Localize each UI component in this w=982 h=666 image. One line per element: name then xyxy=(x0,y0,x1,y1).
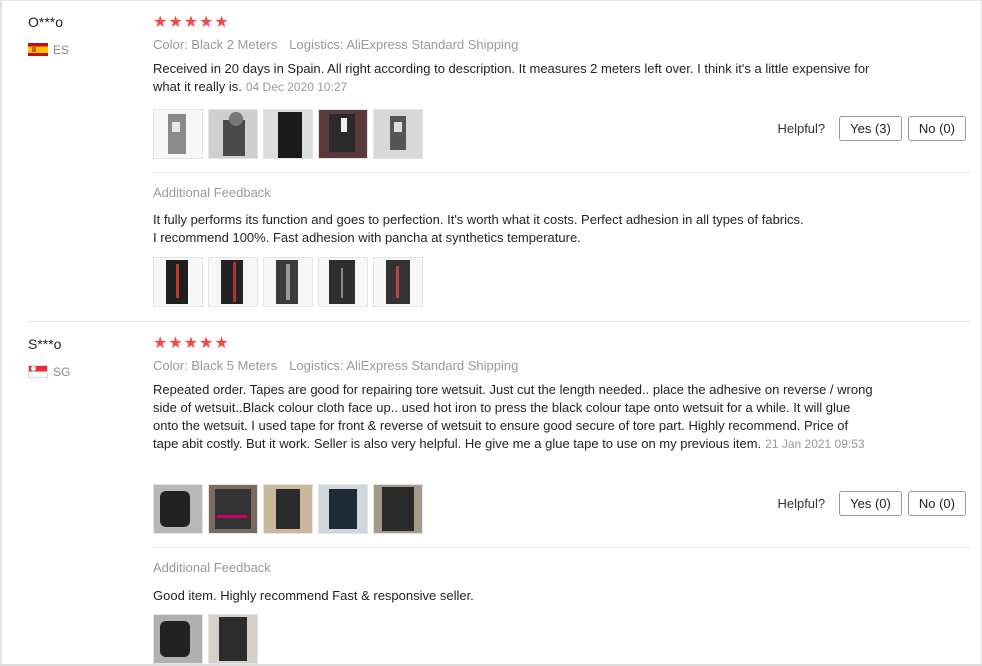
review-photo-thumbnail[interactable] xyxy=(263,484,313,534)
section-divider xyxy=(153,172,970,173)
review-photo-thumbnail[interactable] xyxy=(208,484,258,534)
review-meta: Color: Black 5 Meters Logistics: AliExpre… xyxy=(153,358,873,373)
logistics-info: Logistics: AliExpress Standard Shipping xyxy=(289,37,519,52)
review-photo-thumbnail[interactable] xyxy=(208,109,258,159)
review-photo-thumbnail[interactable] xyxy=(373,109,423,159)
review-item: O***o ES ★★★★★ Color: Black 2 Meters Logi… xyxy=(0,0,982,322)
review-text: Repeated order. Tapes are good for repai… xyxy=(153,381,873,453)
review-photo-thumbnail[interactable] xyxy=(208,614,258,664)
helpful-vote: Helpful? Yes (3) No (0) xyxy=(777,116,966,141)
helpful-yes-button[interactable]: Yes (0) xyxy=(839,491,902,516)
helpful-label: Helpful? xyxy=(777,121,826,136)
helpful-no-button[interactable]: No (0) xyxy=(907,116,966,141)
product-variant: Color: Black 2 Meters xyxy=(153,37,278,52)
reviewer-name: S***o xyxy=(28,336,62,352)
review-photo-thumbnail[interactable] xyxy=(318,257,368,307)
review-text: Received in 20 days in Spain. All right … xyxy=(153,60,873,96)
review-photo-thumbnail[interactable] xyxy=(263,109,313,159)
review-photo-thumbnail[interactable] xyxy=(318,109,368,159)
additional-feedback-text: Good item. Highly recommend Fast & respo… xyxy=(153,587,873,605)
helpful-label: Helpful? xyxy=(777,496,826,511)
helpful-vote: Helpful? Yes (0) No (0) xyxy=(777,491,966,516)
additional-feedback-title: Additional Feedback xyxy=(153,185,271,200)
star-rating: ★★★★★ xyxy=(153,14,230,31)
singapore-flag-icon xyxy=(28,365,48,379)
product-variant: Color: Black 5 Meters xyxy=(153,358,278,373)
additional-feedback-line: I recommend 100%. Fast adhesion with pan… xyxy=(153,230,581,245)
review-body: ★★★★★ Color: Black 2 Meters Logistics: Al… xyxy=(153,15,873,96)
review-date: 04 Dec 2020 10:27 xyxy=(245,80,348,94)
additional-feedback-text: It fully performs its function and goes … xyxy=(153,211,873,247)
reviewer-name: O***o xyxy=(28,14,64,30)
reviewer-country: ES xyxy=(28,41,69,59)
section-divider xyxy=(153,547,970,548)
spain-flag-icon xyxy=(28,43,48,57)
helpful-yes-button[interactable]: Yes (3) xyxy=(839,116,902,141)
country-code: SG xyxy=(53,364,71,379)
review-photo-thumbnail[interactable] xyxy=(153,257,203,307)
additional-feedback-line: Good item. Highly recommend Fast & respo… xyxy=(153,588,474,603)
star-rating: ★★★★★ xyxy=(153,335,230,352)
review-photo-thumbnail[interactable] xyxy=(373,484,423,534)
helpful-no-button[interactable]: No (0) xyxy=(907,491,966,516)
review-photo-thumbnail[interactable] xyxy=(153,109,203,159)
review-photo-thumbnail[interactable] xyxy=(263,257,313,307)
additional-feedback-line: It fully performs its function and goes … xyxy=(153,212,804,227)
additional-feedback-title: Additional Feedback xyxy=(153,560,271,575)
review-photo-thumbnail[interactable] xyxy=(208,257,258,307)
review-photo-thumbnail[interactable] xyxy=(318,484,368,534)
review-photo-thumbnail[interactable] xyxy=(153,614,203,664)
review-date: 21 Jan 2021 09:53 xyxy=(765,437,865,451)
reviewer-info: O***o ES xyxy=(28,14,69,57)
country-code: ES xyxy=(53,42,70,57)
review-body: ★★★★★ Color: Black 5 Meters Logistics: Al… xyxy=(153,336,873,453)
review-item: S***o SG ★★★★★ Color: Black 5 Meters Logi… xyxy=(0,322,982,666)
review-meta: Color: Black 2 Meters Logistics: AliExpre… xyxy=(153,37,873,52)
review-photo-thumbnail[interactable] xyxy=(373,257,423,307)
logistics-info: Logistics: AliExpress Standard Shipping xyxy=(289,358,519,373)
reviewer-info: S***o SG xyxy=(28,336,70,379)
review-photo-thumbnail[interactable] xyxy=(153,484,203,534)
reviewer-country: SG xyxy=(28,363,70,381)
